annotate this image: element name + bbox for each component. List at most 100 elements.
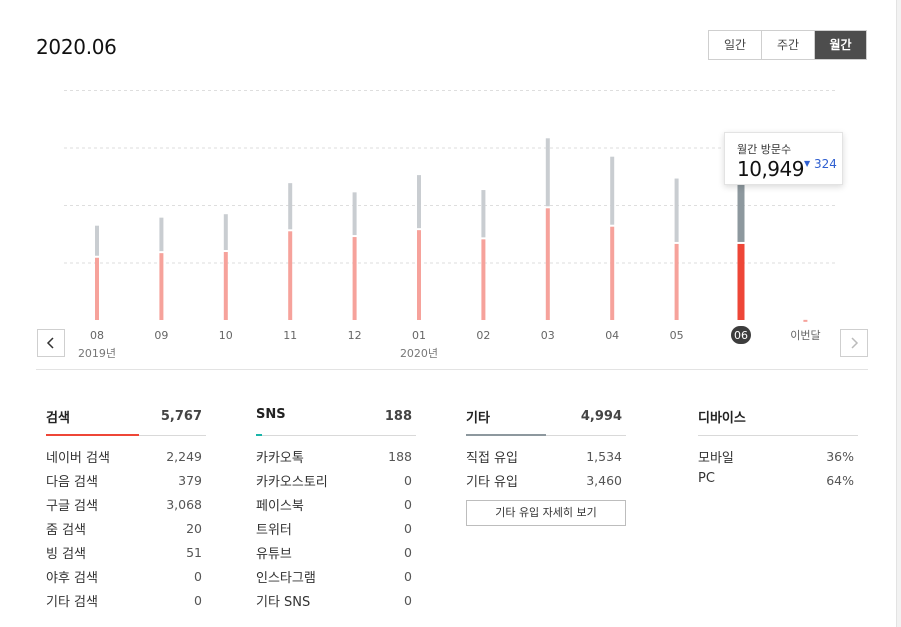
etc-row-value: 1,534 (586, 449, 622, 464)
etc-row: 기타 유입 3,460 (466, 469, 626, 493)
device-row: 모바일 36% (698, 445, 858, 469)
x-tick-label[interactable]: 09 (154, 329, 168, 342)
chart-bar-secondary[interactable] (95, 225, 99, 256)
chart-bar-secondary[interactable] (159, 217, 164, 252)
etc-total: 4,994 (580, 409, 622, 424)
chart-bar-secondary[interactable] (737, 183, 745, 242)
sns-row-label: 트위터 (256, 523, 292, 538)
search-row-value: 2,249 (166, 449, 202, 464)
etc-row-value: 3,460 (586, 473, 622, 488)
x-tick-label[interactable]: 05 (670, 329, 684, 342)
sns-row-label: 페이스북 (256, 499, 304, 514)
tooltip-value: 10,949 (737, 157, 804, 181)
sns-row-label: 기타 SNS (256, 595, 311, 610)
x-tick-label[interactable]: 02 (476, 329, 490, 342)
chart-bar-primary[interactable] (481, 239, 486, 320)
x-tick-label[interactable]: 12 (348, 329, 362, 342)
chart-bar-secondary[interactable] (545, 138, 550, 207)
chart-bar-secondary[interactable] (674, 178, 679, 242)
chart-bar-primary[interactable] (417, 230, 421, 320)
device-row-value: 36% (826, 449, 854, 464)
chart-bar-primary[interactable] (545, 208, 550, 320)
x-tick-label[interactable]: 04 (605, 329, 619, 342)
chart-bar-secondary[interactable] (417, 175, 421, 229)
sns-row: 트위터 0 (256, 517, 416, 541)
device-row: PC 64% (698, 469, 858, 493)
chart-bar-primary[interactable] (737, 243, 745, 320)
sns-row-label: 인스타그램 (256, 571, 316, 586)
etc-row-label: 직접 유입 (466, 451, 518, 466)
device-row-label: 모바일 (698, 451, 734, 466)
chart-bar-secondary[interactable] (288, 183, 293, 230)
period-toggle: 일간 주간 월간 (708, 30, 867, 60)
x-tick-label[interactable]: 11 (283, 329, 297, 342)
x-tick-label[interactable]: 06 (734, 329, 748, 342)
sns-list: 카카오톡 188 카카오스토리 0 페이스북 0 트위터 0 유튜브 0 인스타그램 0 기타 SNS 0 (256, 436, 416, 613)
sns-row: 유튜브 0 (256, 541, 416, 565)
chart-bar-primary[interactable] (288, 231, 293, 320)
search-row: 기타 검색 0 (46, 589, 206, 613)
search-total: 5,767 (160, 409, 202, 424)
tooltip-diff: ▼ 324 (804, 157, 837, 171)
x-tick-label[interactable]: 01 (412, 329, 426, 342)
device-header: 디바이스 (698, 403, 858, 436)
etc-share-bar (466, 434, 546, 436)
search-row: 다음 검색 379 (46, 469, 206, 493)
chart-bar-primary[interactable] (223, 252, 228, 320)
search-row-value: 20 (186, 521, 202, 536)
chart-bar-secondary[interactable] (223, 214, 228, 250)
sns-breakdown: SNS 188 카카오톡 188 카카오스토리 0 페이스북 0 트위터 0 유튜브 0 인스타그램… (256, 403, 416, 613)
search-row-value: 51 (186, 545, 202, 560)
search-row-value: 3,068 (166, 497, 202, 512)
sns-row-value: 0 (404, 545, 412, 560)
etc-title: 기타 (466, 411, 490, 426)
caret-down-icon: ▼ (804, 159, 811, 168)
x-tick-label[interactable]: 03 (541, 329, 555, 342)
chart-bar-primary[interactable] (95, 257, 99, 320)
tab-monthly[interactable]: 월간 (814, 31, 866, 59)
tooltip-label: 월간 방문수 (737, 143, 792, 156)
search-title: 검색 (46, 411, 70, 426)
sns-row-value: 0 (404, 473, 412, 488)
x-tick-label[interactable]: 이번달 (790, 329, 820, 342)
search-row-label: 네이버 검색 (46, 451, 110, 466)
chart-bar-secondary[interactable] (610, 156, 615, 225)
year-label: 2020년 (400, 347, 438, 360)
sns-row: 페이스북 0 (256, 493, 416, 517)
section-divider (36, 369, 868, 370)
chart-bar-primary[interactable] (159, 253, 164, 320)
tab-daily[interactable]: 일간 (709, 31, 761, 59)
tooltip-diff-value: 324 (813, 157, 837, 171)
etc-detail-button[interactable]: 기타 유입 자세히 보기 (466, 500, 626, 526)
period-title: 2020.06 (36, 35, 117, 59)
etc-list: 직접 유입 1,534 기타 유입 3,460 (466, 436, 626, 493)
device-title: 디바이스 (698, 411, 746, 426)
sns-row-value: 0 (404, 497, 412, 512)
search-row: 구글 검색 3,068 (46, 493, 206, 517)
next-period-button[interactable] (840, 329, 868, 357)
search-row-value: 379 (178, 473, 202, 488)
search-row: 줌 검색 20 (46, 517, 206, 541)
sns-title: SNS (256, 407, 286, 422)
chart-bar-secondary[interactable] (481, 190, 486, 238)
etc-row: 직접 유입 1,534 (466, 445, 626, 469)
prev-period-button[interactable] (37, 329, 65, 357)
visitor-stats-panel: 2020.06 일간 주간 월간 08 09 10 11 12 01 02 03 04 05 06 이… (0, 0, 897, 627)
sns-row: 카카오톡 188 (256, 445, 416, 469)
x-tick-label[interactable]: 08 (90, 329, 104, 342)
chart-bar-primary[interactable] (352, 237, 357, 320)
tab-weekly[interactable]: 주간 (761, 31, 814, 59)
chart-bar-primary[interactable] (803, 319, 808, 322)
x-tick-label[interactable]: 10 (219, 329, 233, 342)
chart-bar-primary[interactable] (610, 226, 615, 320)
sns-row-label: 카카오스토리 (256, 475, 328, 490)
search-row-label: 야후 검색 (46, 571, 98, 586)
sns-row-value: 0 (404, 569, 412, 584)
chevron-left-icon (38, 330, 64, 356)
etc-row-label: 기타 유입 (466, 475, 518, 490)
chart-bar-primary[interactable] (674, 243, 679, 320)
visits-tooltip: 월간 방문수 10,949 ▼ 324 (724, 132, 843, 185)
sns-row: 카카오스토리 0 (256, 469, 416, 493)
etc-header: 기타 4,994 (466, 403, 626, 436)
chart-bar-secondary[interactable] (352, 192, 357, 236)
